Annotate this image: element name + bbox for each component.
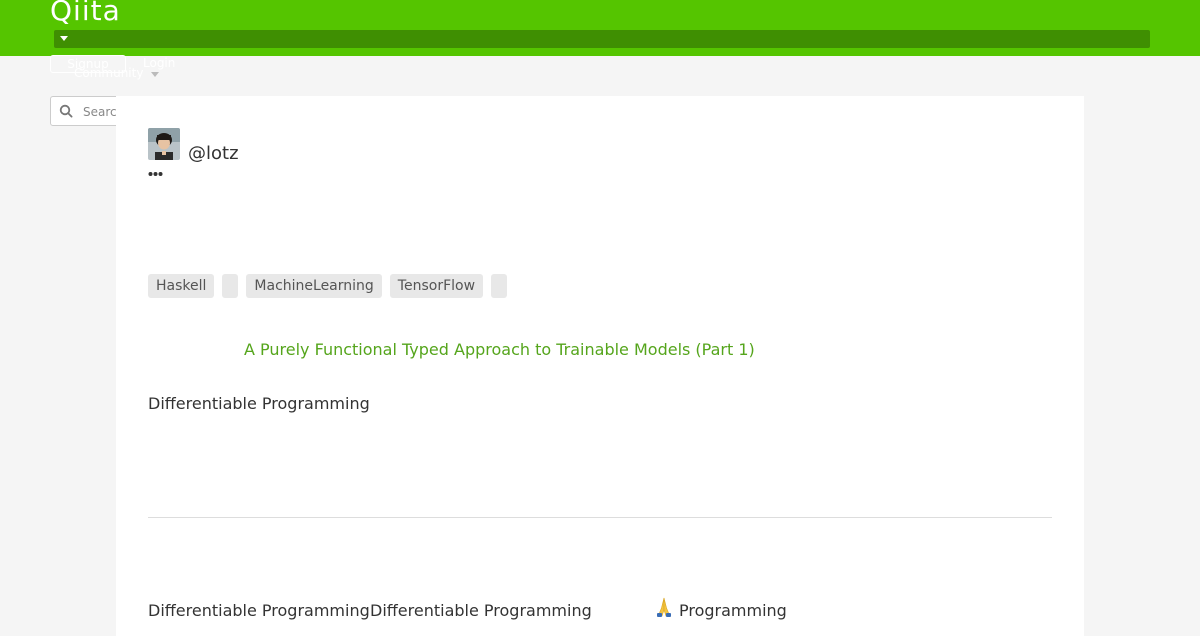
header-dropdown-bar[interactable] — [54, 30, 1150, 48]
more-dots-icon — [148, 172, 163, 176]
tag[interactable]: Haskell — [148, 274, 215, 298]
article-container — [116, 96, 1084, 636]
author-username[interactable]: @lotz — [188, 143, 239, 164]
chevron-down-icon — [60, 36, 68, 41]
article-heading: Differentiable Programming — [148, 394, 370, 413]
article-text: Differentiable Programming — [148, 601, 370, 620]
chevron-down-icon — [151, 72, 159, 77]
site-logo[interactable]: Qiita — [50, 0, 121, 27]
avatar[interactable] — [148, 128, 180, 160]
related-article-link[interactable]: A Purely Functional Typed Approach to Tr… — [244, 340, 755, 359]
tag[interactable] — [491, 274, 508, 298]
folded-hands-icon — [657, 597, 671, 617]
article-text: Differentiable Programming — [370, 601, 592, 620]
divider — [148, 517, 1052, 518]
more-icon[interactable] — [148, 170, 164, 177]
article-text: Programming — [679, 601, 787, 620]
search-icon — [59, 104, 73, 118]
tag[interactable] — [222, 274, 239, 298]
site-header: Qiita — [0, 0, 1200, 56]
tag[interactable]: TensorFlow — [389, 274, 484, 298]
tag-list: Haskell MachineLearning TensorFlow — [148, 274, 508, 298]
tag[interactable]: MachineLearning — [246, 274, 382, 298]
avatar-image — [148, 128, 180, 160]
community-menu[interactable]: Community — [74, 66, 143, 80]
login-link[interactable]: Login — [143, 56, 175, 70]
